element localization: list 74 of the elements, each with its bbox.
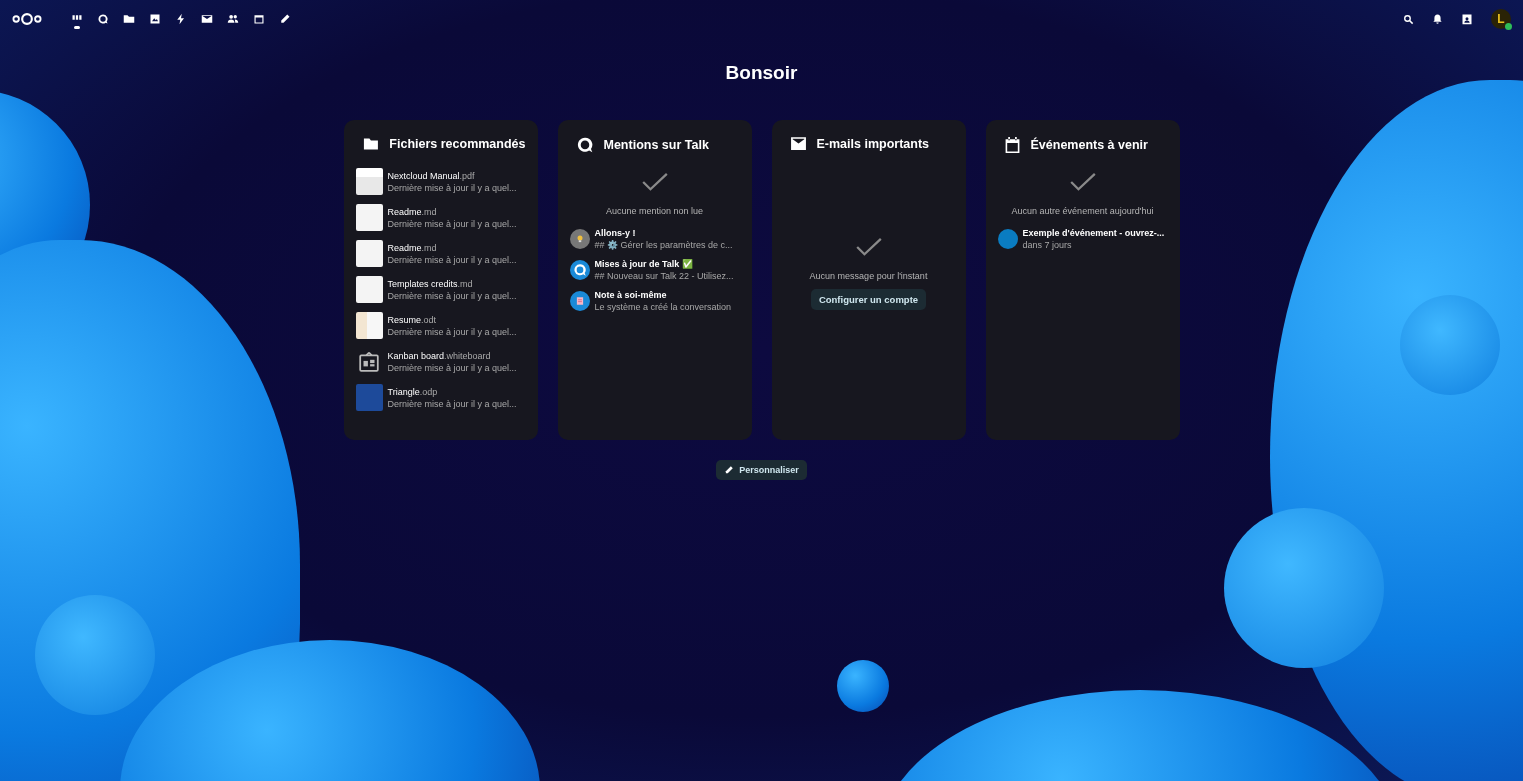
pencil-icon[interactable]	[279, 13, 291, 25]
conversation-name: Note à soi-même	[594, 290, 668, 300]
logo-icon[interactable]	[12, 12, 42, 26]
list-item[interactable]: Mises à jour de Talk ✅ ## Nouveau sur Talk 22 - Utilisez...	[569, 259, 740, 281]
contacts-menu-icon[interactable]	[1461, 13, 1473, 25]
file-thumbnail	[355, 204, 383, 231]
event-title: Exemple d'événement - ouvrez-...	[1022, 228, 1165, 238]
file-item[interactable]: Templates credits.md Dernière mise à jour il y a quel...	[355, 276, 526, 303]
calendar-icon	[1003, 136, 1021, 154]
file-thumbnail	[355, 240, 383, 267]
search-icon[interactable]	[1403, 13, 1414, 25]
checkmark-icon	[1068, 172, 1097, 192]
calendar-icon[interactable]	[253, 13, 265, 25]
contacts-icon[interactable]	[227, 13, 239, 25]
talk-icon	[575, 136, 594, 154]
file-name: Resume.odt	[387, 314, 438, 325]
conversation-avatar	[569, 291, 590, 311]
file-date: Dernière mise à jour il y a quel...	[387, 398, 517, 409]
empty-message: Aucun autre événement aujourd'hui	[1011, 206, 1154, 216]
event-time: dans 7 jours	[1022, 240, 1073, 250]
file-date: Dernière mise à jour il y a quel...	[387, 362, 517, 373]
empty-message: Aucun message pour l'instant	[809, 271, 928, 281]
image-icon[interactable]	[149, 13, 161, 25]
folder-icon[interactable]	[123, 13, 135, 25]
file-name: Triangle.odp	[387, 386, 439, 397]
conversation-message: ## Nouveau sur Talk 22 - Utilisez...	[594, 271, 734, 281]
file-date: Dernière mise à jour il y a quel...	[387, 254, 517, 265]
list-item[interactable]: Allons-y ! ## ⚙ Gérer les paramètres de c...	[569, 228, 740, 250]
widget-title: Mentions sur Talk	[603, 138, 709, 152]
list-item[interactable]: Exemple d'événement - ouvrez-... dans 7 jours	[997, 228, 1168, 250]
whiteboard-icon	[358, 350, 380, 373]
pencil-icon	[724, 465, 735, 475]
file-name: Nextcloud Manual.pdf	[387, 170, 476, 181]
lightning-icon[interactable]	[175, 13, 187, 25]
conversation-avatar	[569, 229, 590, 249]
file-name: Kanban board.whiteboard	[387, 350, 492, 361]
file-thumbnail	[355, 168, 383, 195]
conversation-message: Le système a créé la conversation	[594, 302, 732, 312]
list-item[interactable]: Note à soi-même Le système a créé la conversation	[569, 290, 740, 312]
file-date: Dernière mise à jour il y a quel...	[387, 182, 517, 193]
widget-title: Fichiers recommandés	[389, 137, 526, 151]
file-thumbnail	[355, 384, 383, 411]
file-date: Dernière mise à jour il y a quel...	[387, 290, 517, 301]
file-item[interactable]: Readme.md Dernière mise à jour il y a quel...	[355, 240, 526, 267]
talk-icon[interactable]	[97, 13, 109, 25]
file-date: Dernière mise à jour il y a quel...	[387, 218, 517, 229]
file-thumbnail	[355, 276, 383, 303]
customize-button[interactable]: Personnaliser	[716, 460, 807, 480]
file-item[interactable]: Nextcloud Manual.pdf Dernière mise à jour il y a quel...	[355, 168, 526, 195]
user-avatar[interactable]: L	[1491, 9, 1511, 29]
conversation-name: Allons-y !	[594, 228, 637, 238]
file-item[interactable]: Kanban board.whiteboard Dernière mise à jour il y a quel...	[355, 348, 526, 375]
file-item[interactable]: Readme.md Dernière mise à jour il y a quel...	[355, 204, 526, 231]
file-name: Templates credits.md	[387, 278, 474, 289]
conversation-avatar	[569, 260, 590, 280]
file-item[interactable]: Triangle.odp Dernière mise à jour il y a quel...	[355, 384, 526, 411]
mail-icon	[789, 136, 807, 151]
checkmark-icon	[640, 172, 669, 192]
checkmark-icon	[854, 237, 883, 257]
file-name: Readme.md	[387, 206, 438, 217]
widget-title: Événements à venir	[1030, 138, 1148, 152]
file-thumbnail	[355, 312, 383, 339]
conversation-name: Mises à jour de Talk ✅	[594, 259, 694, 269]
empty-message: Aucune mention non lue	[605, 206, 704, 216]
conversation-message: ## ⚙ Gérer les paramètres de c...	[594, 240, 733, 250]
widget-title: E-mails importants	[816, 136, 930, 151]
folder-icon	[361, 136, 380, 152]
greeting-heading: Bonsoir	[725, 62, 798, 84]
notifications-icon[interactable]	[1432, 13, 1443, 25]
mail-icon[interactable]	[201, 13, 213, 25]
file-name: Readme.md	[387, 242, 438, 253]
configure-account-button[interactable]: Configurer un compte	[810, 289, 927, 310]
file-date: Dernière mise à jour il y a quel...	[387, 326, 517, 337]
file-item[interactable]: Resume.odt Dernière mise à jour il y a quel...	[355, 312, 526, 339]
